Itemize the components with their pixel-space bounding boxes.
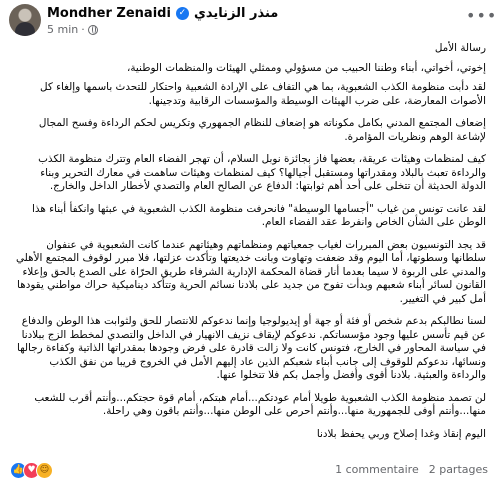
post-paragraph: كيف لمنظمات وهيئات عريقة، بعضها فاز بجائ… (38, 153, 486, 192)
more-options-icon[interactable]: ••• (466, 8, 496, 26)
post-paragraph: قد يجد التونسيون بعض المبررات لغياب جمعي… (16, 238, 486, 305)
author-name-arabic[interactable]: منذر الزنايدي (194, 6, 278, 21)
post-paragraph: اليوم إنقاذ وغدا إصلاح وربي يحفظ بلادنا (316, 427, 486, 440)
post-time[interactable]: 5 min (47, 23, 78, 36)
post-paragraph: رسالة الأمل (434, 42, 486, 54)
post-header: Mondher Zenaidi ✓ منذر الزنايدي 5 min · … (0, 0, 500, 40)
post-meta: 5 min · (47, 23, 98, 36)
author-avatar[interactable] (9, 4, 41, 36)
reactions-summary[interactable]: 👍 ♥ ☺ (10, 462, 53, 479)
post-footer: 👍 ♥ ☺ 1 commentaire 2 partages (0, 458, 500, 480)
author-name[interactable]: Mondher Zenaidi (47, 6, 171, 21)
meta-separator: · (81, 23, 85, 36)
post-body: رسالة الأمل إخوتي، أخواتي، أبناء وطننا ا… (14, 42, 486, 450)
post-paragraph: لقد دأبت منظومة الكذب الشعبوية، بما هي ا… (39, 81, 486, 107)
post-paragraph: إضعاف المجتمع المدني بكامل مكوناته هو إض… (38, 117, 486, 143)
post-paragraph: إخوتي، أخواتي، أبناء وطننا الحبيب من مسؤ… (127, 61, 486, 74)
shares-count-link[interactable]: 2 partages (429, 463, 488, 476)
globe-icon (87, 24, 98, 35)
verified-badge-icon: ✓ (175, 6, 189, 20)
post-paragraph: لن تصمد منظومة الكذب الشعبوية طويلا أمام… (34, 391, 486, 418)
post-paragraph: لقد عانت تونس من غياب "أجسامها الوسيطة" … (32, 202, 486, 229)
author-name-row: Mondher Zenaidi ✓ منذر الزنايدي (47, 4, 278, 22)
care-reaction-icon: ☺ (36, 462, 53, 479)
comments-count-link[interactable]: 1 commentaire (335, 463, 419, 476)
engagement-counts: 1 commentaire 2 partages (335, 463, 488, 476)
reaction-icons: 👍 ♥ ☺ (10, 462, 53, 479)
post-paragraph: لسنا نطالبكم بدعم شخص أو فئة أو جهة أو إ… (16, 315, 486, 381)
